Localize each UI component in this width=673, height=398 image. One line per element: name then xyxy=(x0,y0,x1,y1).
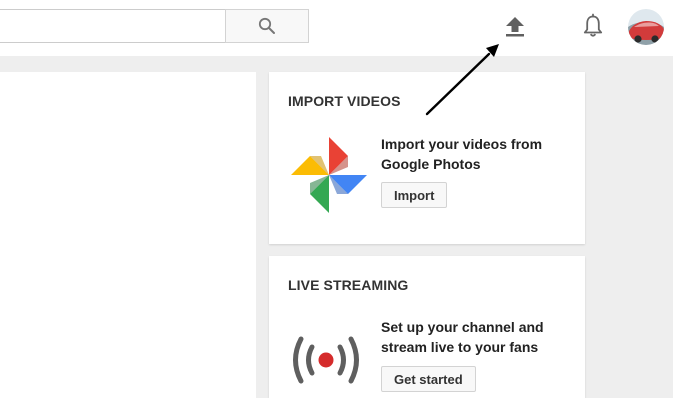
search-icon xyxy=(258,17,275,34)
masthead xyxy=(0,0,673,56)
left-panel xyxy=(0,72,256,398)
avatar-image xyxy=(628,9,664,45)
bell-icon xyxy=(583,13,603,37)
card-description: Set up your channel and stream live to y… xyxy=(381,319,544,355)
import-button[interactable]: Import xyxy=(381,182,448,208)
avatar[interactable] xyxy=(628,9,664,45)
search-button[interactable] xyxy=(225,9,309,43)
google-photos-icon xyxy=(288,134,370,216)
live-broadcast-icon xyxy=(291,334,361,386)
search-input[interactable] xyxy=(0,9,225,43)
upload-icon xyxy=(506,17,524,37)
get-started-button[interactable]: Get started xyxy=(381,366,476,392)
upload-button[interactable] xyxy=(500,10,530,42)
card-title: IMPORT VIDEOS xyxy=(288,93,401,109)
card-description: Import your videos from Google Photos xyxy=(381,136,543,172)
notifications-button[interactable] xyxy=(578,10,608,42)
card-title: LIVE STREAMING xyxy=(288,277,409,293)
import-videos-card: IMPORT VIDEOS Import your videos from Go… xyxy=(269,72,585,244)
live-streaming-card: LIVE STREAMING Set up your channel and s… xyxy=(269,256,585,398)
